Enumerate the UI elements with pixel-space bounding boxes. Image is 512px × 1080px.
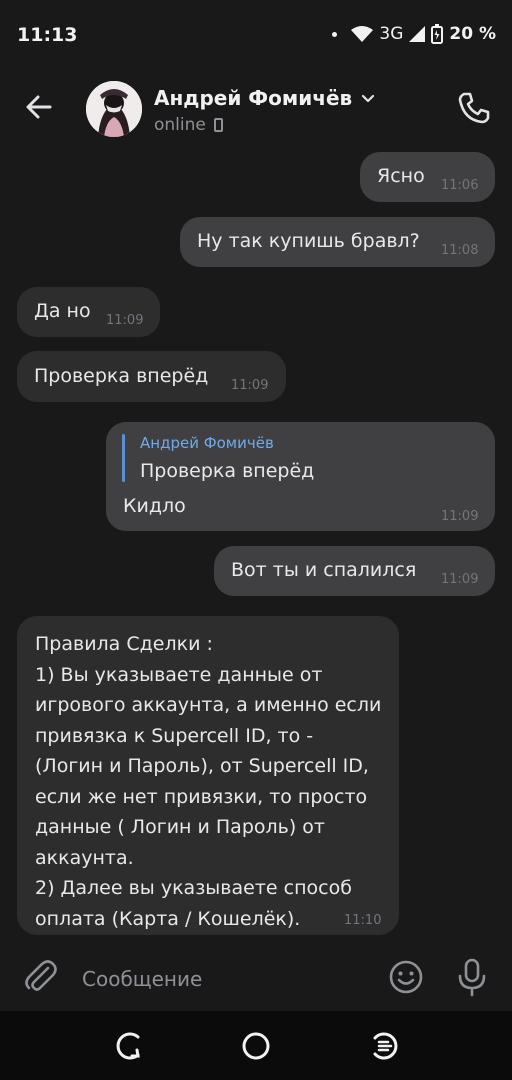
message-bubble-outgoing[interactable]: Ясно 11:06	[360, 152, 495, 202]
message-text: Вот ты и спалился	[231, 559, 417, 581]
message-text: Ну так купишь бравл?	[197, 230, 420, 252]
message-text: Ясно	[377, 165, 425, 187]
message-time: 11:09	[441, 572, 479, 587]
chevron-down-icon	[362, 94, 375, 103]
message-time: 11:09	[231, 378, 269, 393]
microphone-icon[interactable]	[455, 957, 489, 997]
avatar[interactable]	[86, 81, 142, 137]
message-time: 11:09	[106, 313, 144, 328]
message-bubble-outgoing[interactable]: Вот ты и спалился 11:09	[214, 546, 495, 596]
message-bubble-incoming[interactable]: Да но 11:09	[17, 287, 160, 337]
contact-status: online	[154, 115, 223, 135]
battery-icon	[431, 24, 444, 44]
message-time: 11:06	[441, 178, 479, 193]
message-time: 11:08	[441, 243, 479, 258]
message-bubble-outgoing[interactable]: Ну так купишь бравл? 11:08	[180, 217, 495, 267]
mobile-device-icon	[213, 118, 223, 132]
message-bubble-outgoing-reply[interactable]: Андрей Фомичёв Проверка вперёд Кидло 11:…	[106, 422, 495, 531]
reply-author[interactable]: Андрей Фомичёв	[140, 434, 274, 452]
paperclip-icon[interactable]	[22, 958, 58, 994]
message-composer	[0, 945, 512, 1013]
recent-apps-icon[interactable]	[111, 1029, 145, 1063]
back-arrow-icon[interactable]	[22, 90, 56, 124]
status-indicators: 3G 20 %	[332, 24, 496, 44]
message-text: Правила Сделки : 1) Вы указываете данные…	[35, 633, 382, 930]
status-bar: 11:13 3G 20 %	[0, 0, 512, 70]
wifi-icon	[351, 26, 374, 42]
phone-icon[interactable]	[456, 90, 492, 126]
notification-dot-icon	[332, 31, 338, 37]
network-type: 3G	[379, 24, 404, 44]
system-navigation-bar	[0, 1011, 512, 1080]
message-text: Да но	[34, 300, 91, 322]
emoji-icon[interactable]	[388, 959, 424, 995]
signal-icon	[409, 26, 426, 42]
contact-name: Андрей Фомичёв	[154, 86, 353, 110]
message-time: 11:10	[344, 913, 382, 928]
message-text: Кидло	[123, 495, 186, 517]
status-time: 11:13	[17, 24, 78, 46]
battery-level: 20 %	[449, 24, 496, 44]
reply-quote[interactable]: Проверка вперёд	[140, 460, 314, 482]
message-time: 11:09	[441, 509, 479, 524]
contact-name-row[interactable]: Андрей Фомичёв	[154, 86, 376, 110]
reply-accent-bar	[122, 434, 125, 482]
message-text: Проверка вперёд	[34, 365, 209, 387]
message-bubble-incoming[interactable]: Проверка вперёд 11:09	[17, 351, 286, 402]
assistant-icon[interactable]	[367, 1029, 401, 1063]
message-bubble-incoming[interactable]: Правила Сделки : 1) Вы указываете данные…	[17, 616, 399, 935]
chat-header: Андрей Фомичёв online	[0, 78, 512, 140]
online-status: online	[154, 115, 206, 135]
home-icon[interactable]	[239, 1029, 273, 1063]
message-input[interactable]	[80, 945, 374, 1013]
